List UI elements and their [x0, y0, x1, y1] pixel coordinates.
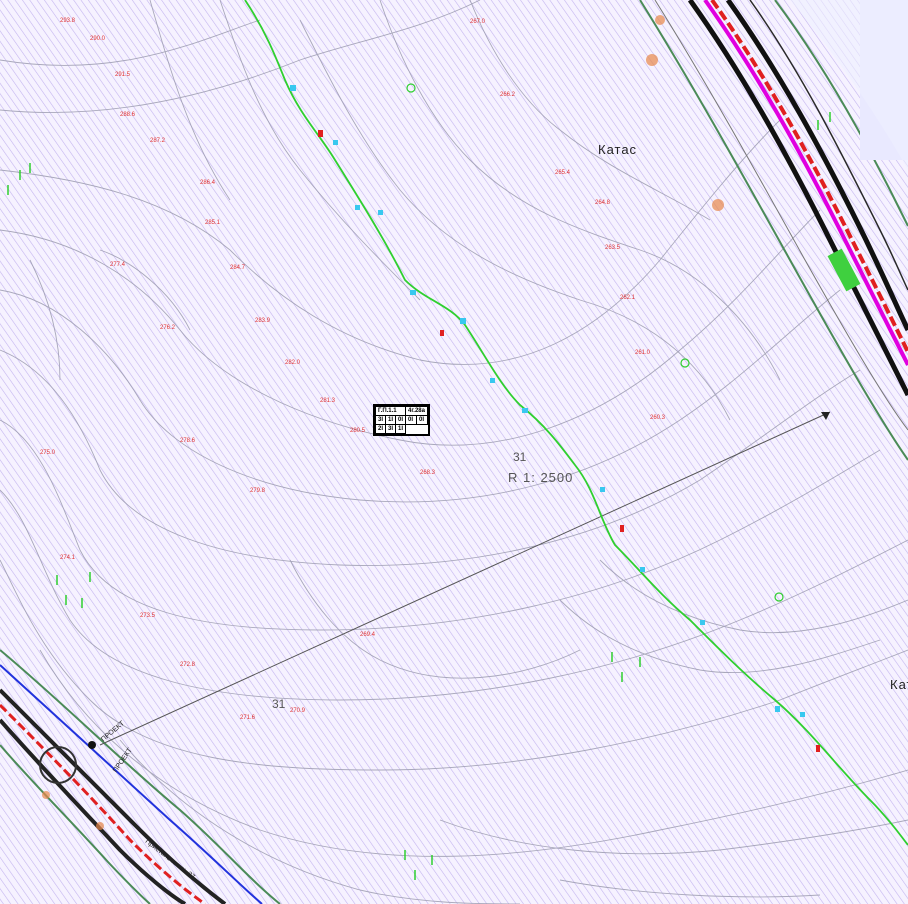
- settlement-label: Катас: [598, 142, 638, 157]
- elevation-label: 273.5: [140, 613, 156, 619]
- elevation-label: 267.0: [470, 19, 486, 25]
- parcel-number: 31: [513, 450, 527, 464]
- elevation-label: 285.1: [205, 220, 221, 226]
- elevation-label: 288.6: [120, 112, 136, 118]
- elevation-label: 271.6: [240, 715, 256, 721]
- elevation-label: 279.8: [250, 488, 266, 494]
- elevation-label: 264.8: [595, 200, 611, 206]
- plot-cell: 0I: [416, 415, 428, 425]
- zone-hatch: [0, 0, 908, 904]
- settlement-label-edge: Кат: [890, 677, 908, 692]
- elevation-label: 262.1: [620, 295, 636, 301]
- plot-cell: 1I: [395, 424, 407, 434]
- elevation-label: 291.5: [115, 72, 131, 78]
- plot-cell: 3I: [374, 415, 387, 425]
- elevation-label: 275.0: [40, 450, 56, 456]
- elevation-label: 276.2: [160, 325, 176, 331]
- map-drawing: [0, 0, 908, 904]
- elevation-label: 277.4: [110, 262, 126, 268]
- elevation-label: 286.4: [200, 180, 216, 186]
- scale-label: R 1: 2500: [508, 470, 574, 485]
- elevation-label: 281.3: [320, 398, 336, 404]
- plot-cell: 2I: [374, 424, 387, 434]
- plot-cell: 0I: [395, 415, 407, 425]
- parcel-number-lower: 31: [272, 697, 286, 711]
- elevation-label: 269.4: [360, 632, 376, 638]
- elevation-label: 290.0: [90, 36, 106, 42]
- elevation-label: 261.0: [635, 350, 651, 356]
- plot-area: 4г.28а: [405, 406, 428, 416]
- elevation-label: 293.8: [60, 18, 76, 24]
- elevation-label: 284.7: [230, 265, 246, 271]
- plot-cell: 1I: [385, 415, 397, 425]
- plot-code: Г.П.1.1: [374, 406, 407, 416]
- elevation-label: 274.1: [60, 555, 76, 561]
- elevation-label: 278.6: [180, 438, 196, 444]
- elevation-label: 287.2: [150, 138, 166, 144]
- plot-cell: 3I: [385, 424, 397, 434]
- elevation-label: 268.3: [420, 470, 436, 476]
- elevation-label: 265.4: [555, 170, 571, 176]
- elevation-label: 260.3: [650, 415, 666, 421]
- elevation-label: 282.0: [285, 360, 301, 366]
- elevation-label: 266.2: [500, 92, 516, 98]
- plot-block[interactable]: Г.П.1.1 4г.28а 3I 1I 0I 0I 0I 2I 3I 1I: [373, 404, 430, 436]
- map-canvas[interactable]: 293.8 290.0 291.5 288.6 287.2 286.4 285.1 284.7…: [0, 0, 908, 904]
- elevation-label: 272.8: [180, 662, 196, 668]
- elevation-label: 283.9: [255, 318, 271, 324]
- plot-cell: 0I: [405, 415, 417, 425]
- elevation-label: 263.5: [605, 245, 621, 251]
- elevation-label: 270.9: [290, 708, 306, 714]
- elevation-label: 280.5: [350, 428, 366, 434]
